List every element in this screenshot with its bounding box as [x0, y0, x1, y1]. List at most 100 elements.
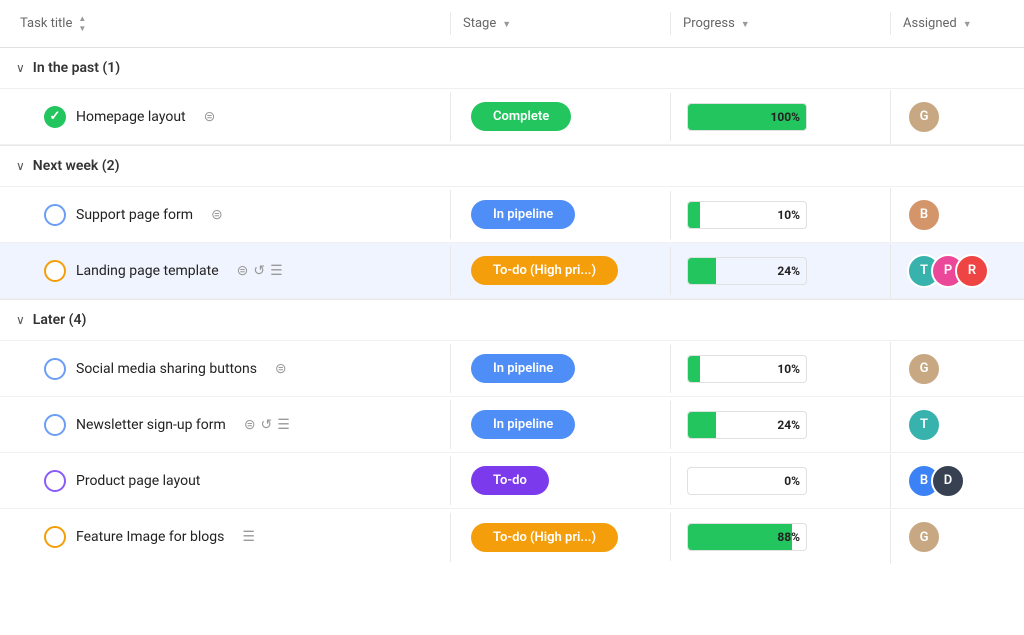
- repeat-icon: ↺: [253, 263, 265, 279]
- stage-cell: In pipeline: [450, 190, 670, 239]
- avatar: B: [907, 198, 941, 232]
- group-label: In the past (1): [33, 60, 120, 76]
- avatar-group: B: [907, 198, 941, 232]
- task-name: Landing page template: [76, 263, 219, 279]
- avatar-group: BD: [907, 464, 965, 498]
- assigned-cell: TPR: [890, 244, 1024, 298]
- header-task-title[interactable]: Task title: [0, 10, 450, 37]
- link-icon: ⊜: [204, 109, 216, 125]
- stage-badge: In pipeline: [471, 410, 575, 439]
- table-row: Support page form ⊜ In pipeline 10% B: [0, 187, 1024, 243]
- assigned-cell: G: [890, 342, 1024, 396]
- assigned-cell: T: [890, 398, 1024, 452]
- chevron-down-icon: [963, 16, 972, 31]
- assigned-cell: G: [890, 90, 1024, 144]
- avatar-group: G: [907, 100, 941, 134]
- status-icon: [44, 204, 66, 226]
- group-row-later[interactable]: ∨ Later (4): [0, 300, 1024, 341]
- status-icon: [44, 106, 66, 128]
- stage-badge: In pipeline: [471, 200, 575, 229]
- avatar-group: G: [907, 520, 941, 554]
- header-task-title-label: Task title: [20, 16, 72, 31]
- task-name-cell: Landing page template ⊜↺☰: [0, 250, 450, 292]
- progress-cell: 24%: [670, 247, 890, 295]
- task-name-cell: Newsletter sign-up form ⊜ ↺☰: [0, 404, 450, 446]
- progress-label: 88%: [688, 530, 806, 544]
- stage-badge: To-do (High pri...): [471, 523, 618, 552]
- chevron-down-icon: [741, 16, 750, 31]
- stage-cell: In pipeline: [450, 400, 670, 449]
- table-row: Social media sharing buttons ⊜ In pipeli…: [0, 341, 1024, 397]
- header-assigned-label: Assigned: [903, 16, 957, 31]
- link-icon: ⊜: [275, 361, 287, 377]
- progress-label: 24%: [688, 264, 806, 278]
- task-name-cell: Homepage layout ⊜: [0, 96, 450, 138]
- stage-cell: To-do (High pri...): [450, 246, 670, 295]
- progress-label: 0%: [688, 474, 806, 488]
- task-name-cell: Support page form ⊜: [0, 194, 450, 236]
- repeat-icon: ↺: [261, 417, 273, 433]
- avatar-group: TPR: [907, 254, 989, 288]
- assigned-cell: B: [890, 188, 1024, 242]
- header-assigned[interactable]: Assigned: [890, 12, 1024, 35]
- group-label: Next week (2): [33, 158, 120, 174]
- group-chevron-icon: ∨: [16, 313, 25, 327]
- group-row-past[interactable]: ∨ In the past (1): [0, 48, 1024, 89]
- progress-label: 100%: [688, 110, 806, 124]
- avatar: G: [907, 520, 941, 554]
- assigned-cell: G: [890, 510, 1024, 564]
- progress-bar: 24%: [687, 411, 807, 439]
- list-icon: ☰: [242, 529, 255, 545]
- header-progress-label: Progress: [683, 16, 735, 31]
- stage-badge: Complete: [471, 102, 571, 131]
- task-icons: ⊜ ↺☰: [244, 417, 290, 433]
- task-name: Support page form: [76, 207, 193, 223]
- task-name-cell: Feature Image for blogs ☰: [0, 516, 450, 558]
- progress-cell: 100%: [670, 93, 890, 141]
- link-icon: ⊜: [244, 417, 256, 433]
- link-icon: ⊜: [237, 263, 249, 279]
- status-icon: [44, 358, 66, 380]
- list-icon: ☰: [277, 417, 290, 433]
- progress-bar: 24%: [687, 257, 807, 285]
- avatar: G: [907, 100, 941, 134]
- progress-label: 24%: [688, 418, 806, 432]
- assigned-cell: BD: [890, 454, 1024, 508]
- progress-bar: 100%: [687, 103, 807, 131]
- avatar-group: T: [907, 408, 941, 442]
- progress-cell: 10%: [670, 345, 890, 393]
- progress-cell: 24%: [670, 401, 890, 449]
- task-icons: ⊜: [204, 109, 216, 125]
- avatar: T: [907, 408, 941, 442]
- table-header: Task title Stage Progress Assigned: [0, 0, 1024, 48]
- task-name-cell: Social media sharing buttons ⊜: [0, 348, 450, 390]
- header-progress[interactable]: Progress: [670, 12, 890, 35]
- header-stage-label: Stage: [463, 16, 496, 31]
- progress-bar: 10%: [687, 201, 807, 229]
- link-icon: ⊜: [211, 207, 223, 223]
- header-stage[interactable]: Stage: [450, 12, 670, 35]
- avatar: R: [955, 254, 989, 288]
- table-row: Newsletter sign-up form ⊜↺☰ In pipeline …: [0, 397, 1024, 453]
- progress-label: 10%: [688, 362, 806, 376]
- progress-label: 10%: [688, 208, 806, 222]
- table-row: Feature Image for blogs ☰ To-do (High pr…: [0, 509, 1024, 565]
- task-icons: ⊜: [211, 207, 223, 223]
- table-row: Landing page template ⊜↺☰ To-do (High pr…: [0, 243, 1024, 299]
- task-name: Newsletter sign-up form: [76, 417, 226, 433]
- group-chevron-icon: ∨: [16, 61, 25, 75]
- task-name: Feature Image for blogs: [76, 529, 224, 545]
- group-label: Later (4): [33, 312, 87, 328]
- task-table: Task title Stage Progress Assigned ∨ In …: [0, 0, 1024, 565]
- stage-cell: To-do: [450, 456, 670, 505]
- stage-cell: In pipeline: [450, 344, 670, 393]
- task-name-cell: Product page layout: [0, 460, 450, 502]
- progress-cell: 88%: [670, 513, 890, 561]
- stage-badge: In pipeline: [471, 354, 575, 383]
- task-name: Social media sharing buttons: [76, 361, 257, 377]
- table-row: Product page layout To-do 0% BD: [0, 453, 1024, 509]
- progress-bar: 10%: [687, 355, 807, 383]
- task-icons: ☰: [242, 529, 255, 545]
- group-row-next-week[interactable]: ∨ Next week (2): [0, 146, 1024, 187]
- stage-cell: Complete: [450, 92, 670, 141]
